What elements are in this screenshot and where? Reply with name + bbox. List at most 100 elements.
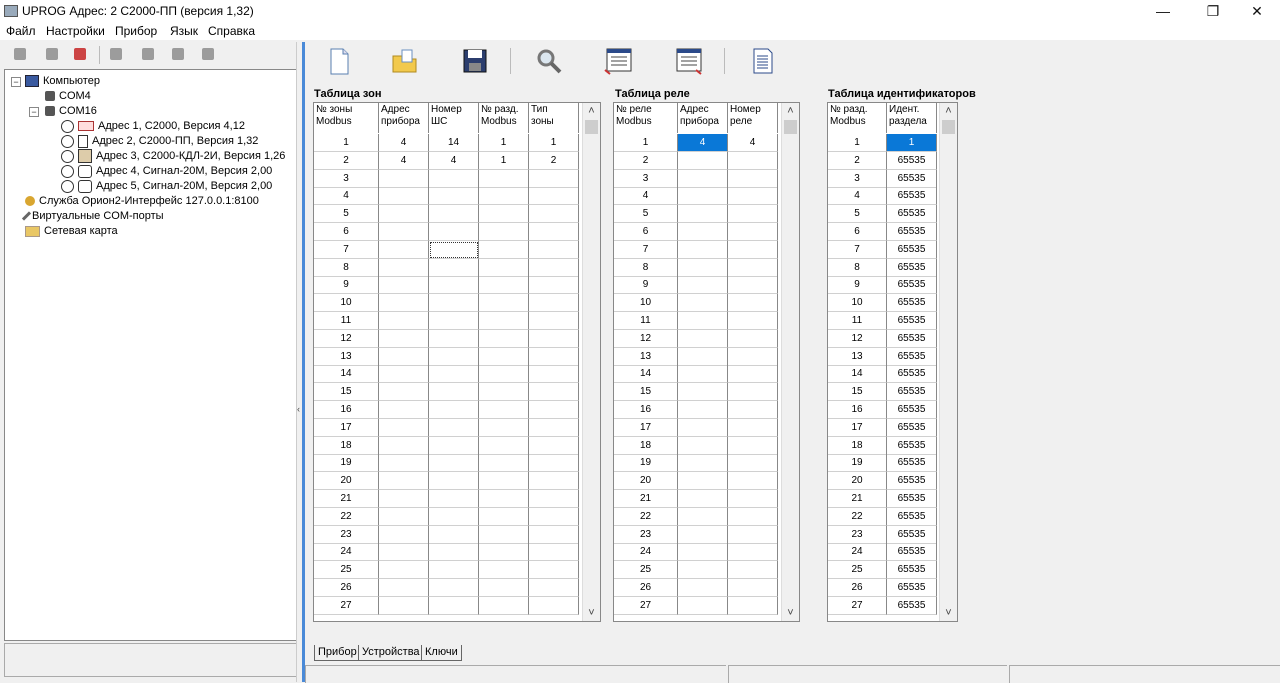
table-cell[interactable] (728, 401, 778, 419)
table-cell[interactable] (379, 258, 429, 277)
table-cell[interactable] (529, 561, 579, 580)
table-cell[interactable] (678, 436, 728, 455)
table-cell[interactable] (379, 383, 429, 402)
scroll-down-icon[interactable]: ˅ (583, 605, 600, 621)
table-cell[interactable] (728, 490, 778, 508)
table-cell[interactable] (479, 383, 529, 402)
table-cell[interactable] (479, 365, 529, 384)
table-cell[interactable]: 65535 (887, 436, 937, 455)
table-cell[interactable] (379, 276, 429, 295)
table-cell[interactable]: 65535 (887, 401, 937, 419)
table-cell[interactable] (728, 329, 778, 348)
scroll-down-icon[interactable]: ˅ (940, 605, 957, 621)
table-cell[interactable] (479, 472, 529, 491)
table-cell[interactable]: 65535 (887, 187, 937, 206)
table-cell[interactable] (678, 223, 728, 241)
table-cell[interactable] (678, 365, 728, 384)
table-cell[interactable]: 4 (379, 134, 429, 152)
table-cell[interactable] (429, 258, 479, 277)
table-cell[interactable] (728, 543, 778, 562)
table-cell[interactable] (379, 365, 429, 384)
table-cell[interactable] (479, 561, 529, 580)
table-cell[interactable] (429, 579, 479, 597)
collapse-toggle[interactable]: − (29, 107, 39, 117)
table-cell[interactable] (529, 276, 579, 295)
table-cell[interactable] (678, 596, 728, 615)
table-cell[interactable] (429, 436, 479, 455)
table-cell[interactable] (429, 561, 479, 580)
table-cell[interactable]: 65535 (887, 507, 937, 526)
table-cell[interactable]: 4 (728, 134, 778, 152)
column-header[interactable]: Номер ШС (429, 103, 479, 133)
vertical-scrollbar[interactable]: ˄ ˅ (582, 103, 600, 621)
column-header[interactable]: № разд. Modbus (479, 103, 529, 133)
table-cell[interactable]: 1 (479, 151, 529, 170)
table-cell[interactable] (379, 436, 429, 455)
table-cell[interactable] (479, 347, 529, 366)
table-cell[interactable] (429, 329, 479, 348)
table-cell[interactable]: 65535 (887, 525, 937, 544)
write-config-icon[interactable] (674, 46, 704, 76)
column-header[interactable]: Идент. раздела (887, 103, 937, 133)
table-cell[interactable] (728, 187, 778, 206)
table-cell[interactable] (529, 418, 579, 437)
menu-help[interactable]: Справка (208, 24, 255, 38)
table-cell[interactable] (529, 205, 579, 224)
table-cell[interactable] (379, 240, 429, 259)
tree-device-3[interactable]: Адрес 3, С2000-КДЛ-2И, Версия 1,26 (61, 149, 285, 164)
table-cell[interactable] (728, 294, 778, 313)
table-cell[interactable]: 14 (429, 134, 479, 152)
table-cell[interactable]: 1 (887, 134, 937, 152)
table-cell[interactable] (429, 205, 479, 224)
tree-network-card[interactable]: Сетевая карта (25, 224, 118, 239)
table-cell[interactable] (429, 490, 479, 508)
table-cell[interactable] (429, 169, 479, 188)
table-cell[interactable] (379, 490, 429, 508)
table-cell[interactable] (479, 543, 529, 562)
table-cell[interactable] (479, 436, 529, 455)
table-cell[interactable] (678, 151, 728, 170)
table-cell[interactable] (429, 383, 479, 402)
gear-icon[interactable] (172, 48, 184, 60)
scroll-down-icon[interactable]: ˅ (782, 605, 799, 621)
device-copy-icon[interactable] (46, 48, 58, 60)
column-header[interactable]: Адрес прибора (678, 103, 728, 133)
table-cell[interactable] (728, 561, 778, 580)
table-cell[interactable] (379, 294, 429, 313)
menu-file[interactable]: Файл (6, 24, 36, 38)
table-cell[interactable] (479, 418, 529, 437)
table-cell[interactable]: 65535 (887, 472, 937, 491)
column-header[interactable]: Адрес прибора (379, 103, 429, 133)
table-cell[interactable] (479, 187, 529, 206)
table-cell[interactable] (529, 223, 579, 241)
table-cell[interactable] (379, 454, 429, 473)
table-cell[interactable] (728, 596, 778, 615)
column-header[interactable]: № реле Modbus (614, 103, 678, 133)
table-cell[interactable] (678, 383, 728, 402)
table-cell[interactable] (678, 543, 728, 562)
report-icon[interactable] (748, 46, 778, 76)
table-cell[interactable] (429, 312, 479, 330)
table-cell[interactable] (728, 454, 778, 473)
scroll-up-icon[interactable]: ˄ (583, 103, 600, 119)
table-cell[interactable] (529, 454, 579, 473)
table-cell[interactable] (479, 258, 529, 277)
tree-com4[interactable]: COM4 (45, 89, 91, 104)
table-cell[interactable]: 65535 (887, 579, 937, 597)
table-cell[interactable] (479, 294, 529, 313)
table-cell[interactable] (728, 525, 778, 544)
tree-orion-service[interactable]: Служба Орион2-Интерфейс 127.0.0.1:8100 (25, 194, 259, 209)
scroll-up-icon[interactable]: ˄ (782, 103, 799, 119)
table-cell[interactable]: 65535 (887, 240, 937, 259)
table-cell[interactable] (429, 365, 479, 384)
table-cell[interactable] (728, 151, 778, 170)
table-cell[interactable] (678, 454, 728, 473)
table-cell[interactable] (379, 347, 429, 366)
table-cell[interactable] (379, 169, 429, 188)
table-cell[interactable] (529, 347, 579, 366)
table-cell[interactable] (529, 543, 579, 562)
table-cell[interactable]: 2 (529, 151, 579, 170)
vertical-scrollbar[interactable]: ˄ ˅ (939, 103, 957, 621)
table-cell[interactable] (728, 472, 778, 491)
table-cell[interactable]: 65535 (887, 223, 937, 241)
